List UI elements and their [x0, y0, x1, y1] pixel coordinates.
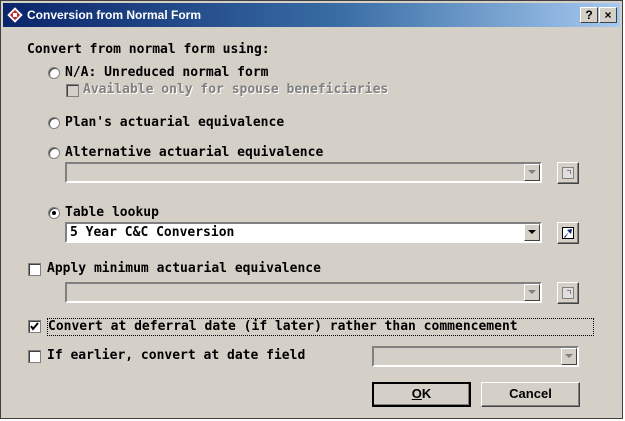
minimum-dropdown-button[interactable] [524, 284, 540, 301]
earlier-convert-label: If earlier, convert at date field [47, 348, 306, 363]
table-lookup-edit-button[interactable] [557, 222, 579, 244]
radio-alternative-equivalence[interactable] [48, 147, 60, 159]
date-field-select[interactable] [372, 346, 579, 367]
table-lookup-select[interactable]: 5 Year C&C Conversion [65, 222, 542, 243]
defer-convert-checkbox[interactable] [28, 320, 41, 333]
minimum-edit-button[interactable] [557, 282, 579, 304]
window-title: Conversion from Normal Form [27, 8, 202, 22]
radio-table-lookup[interactable] [48, 207, 60, 219]
cancel-button[interactable]: Cancel [481, 382, 580, 407]
apply-minimum-label: Apply minimum actuarial equivalence [47, 261, 321, 276]
alternative-equivalence-select[interactable] [65, 162, 542, 183]
alternative-edit-button[interactable] [557, 162, 579, 184]
radio-plan-equivalence-label: Plan's actuarial equivalence [65, 115, 285, 130]
conversion-dialog: Conversion from Normal Form ? × Convert … [0, 0, 623, 419]
radio-plan-equivalence[interactable] [48, 117, 60, 129]
chevron-down-icon [528, 230, 536, 234]
help-button[interactable]: ? [580, 7, 598, 23]
chevron-down-icon [565, 354, 573, 358]
radio-table-lookup-label: Table lookup [65, 205, 159, 220]
table-lookup-value: 5 Year C&C Conversion [70, 225, 235, 240]
title-bar[interactable]: Conversion from Normal Form ? × [3, 3, 620, 27]
ok-button[interactable]: OK [372, 382, 471, 407]
radio-selected-dot [52, 211, 56, 215]
defer-convert-label: Convert at deferral date (if later) rath… [48, 319, 518, 334]
apply-minimum-checkbox[interactable] [28, 263, 41, 276]
minimum-equivalence-select[interactable] [65, 282, 542, 303]
radio-unreduced-label: N/A: Unreduced normal form [65, 65, 269, 80]
table-lookup-dropdown-button[interactable] [524, 224, 540, 241]
earlier-convert-checkbox[interactable] [28, 350, 41, 363]
radio-unreduced[interactable] [48, 67, 60, 79]
chevron-down-icon [528, 170, 536, 174]
spouse-only-label: Available only for spouse beneficiaries [83, 82, 389, 97]
app-icon [7, 7, 23, 23]
spouse-only-checkbox[interactable] [66, 84, 79, 97]
chevron-down-icon [528, 290, 536, 294]
radio-alternative-equivalence-label: Alternative actuarial equivalence [65, 145, 324, 160]
open-arrow-icon [562, 167, 574, 179]
alternative-dropdown-button[interactable] [524, 164, 540, 181]
open-arrow-icon [562, 287, 574, 299]
open-arrow-icon [562, 227, 574, 239]
checkmark-icon [30, 322, 39, 331]
group-label: Convert from normal form using: [27, 42, 270, 57]
close-button[interactable]: × [599, 7, 617, 23]
date-field-dropdown-button[interactable] [561, 348, 577, 365]
